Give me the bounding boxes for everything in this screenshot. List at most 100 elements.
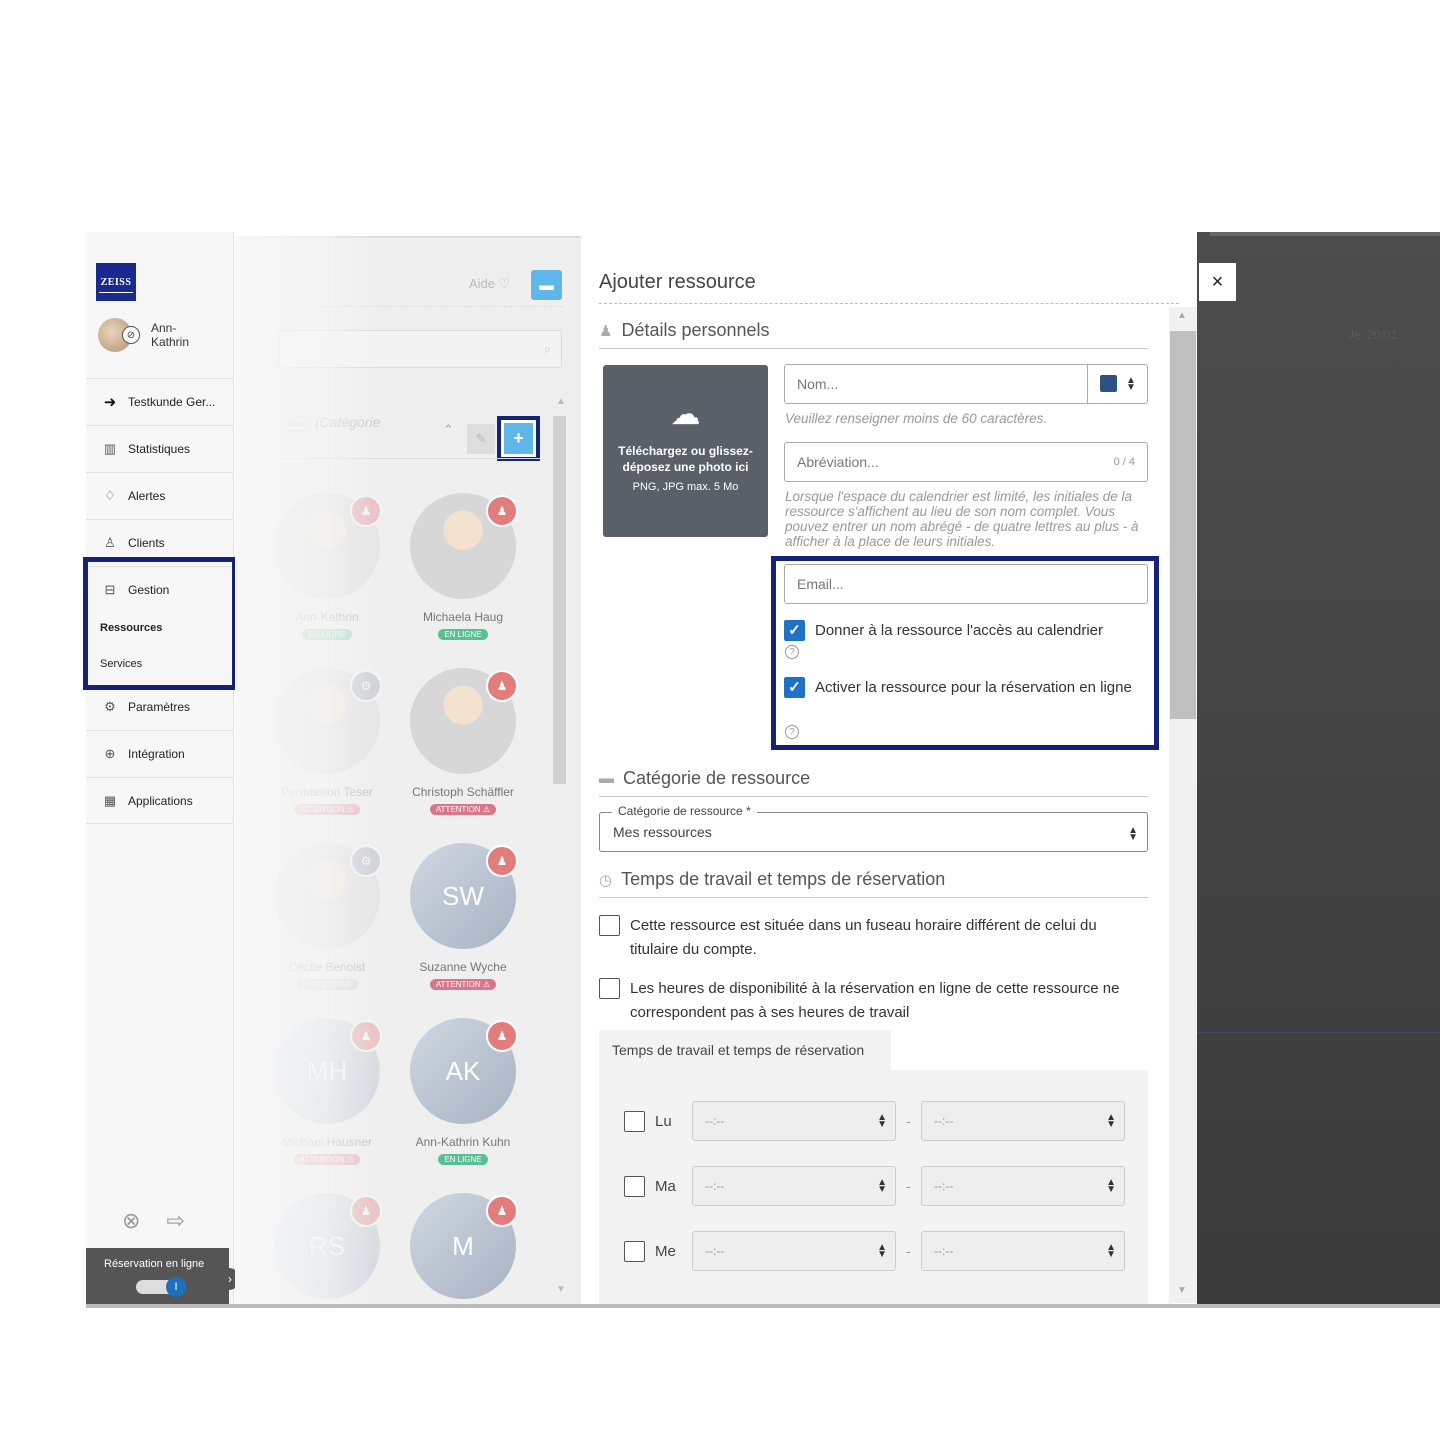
status-badge: ATTENTION ⚠ — [429, 979, 497, 990]
user-icon: ♙ — [104, 535, 116, 550]
sidebar-item-integration[interactable]: ⊕ Intégration — [86, 730, 234, 777]
user-settings-icon: ♟ — [486, 495, 518, 527]
gears-icon: ⚙ — [350, 670, 382, 702]
sidebar-item-label: Applications — [128, 793, 193, 808]
timezone-option[interactable]: Cette ressource est située dans un fusea… — [599, 914, 1148, 962]
resource-card[interactable]: ⚙ Permission Teser ATTENTION ⚠ — [267, 668, 387, 817]
user-name: Ann-Kathrin — [151, 321, 190, 349]
updown-icon: ▲ ▼ — [877, 1177, 887, 1195]
scrollbar-thumb[interactable] — [1170, 331, 1196, 719]
resource-name: Ann-Kathrin Kuhn — [415, 1135, 511, 1149]
category-pill: Tout — [280, 417, 310, 431]
user-settings-icon: ♟ — [350, 495, 382, 527]
abbreviation-placeholder: Abréviation... — [797, 454, 879, 470]
search-input[interactable]: ⌕ — [279, 330, 562, 368]
timezone-checkbox[interactable] — [599, 915, 620, 936]
calendar-access-checkbox[interactable]: ✓ — [784, 620, 805, 641]
time-to-select[interactable]: --:-- ▲ ▼ — [921, 1101, 1125, 1141]
resource-card[interactable]: ♟ Ann-Kathrin EN LIGNE — [267, 493, 387, 642]
resource-card[interactable]: ⚙ Cécile Benoist HORS LIGNE — [267, 843, 387, 992]
online-booking-checkbox[interactable]: ✓ — [784, 677, 805, 698]
abbreviation-hint: Lorsque l'espace du calendrier est limit… — [785, 489, 1139, 549]
scroll-up-icon[interactable]: ▲ — [1177, 310, 1187, 321]
add-resource-button[interactable]: + — [504, 423, 533, 454]
resource-name: Permission Teser — [281, 785, 373, 799]
lifebuoy-icon[interactable]: ⊗ — [122, 1208, 140, 1234]
sidebar-item-alertes[interactable]: ♢ Alertes — [86, 472, 234, 519]
resource-card[interactable]: RS ♟ — [267, 1193, 387, 1299]
user-settings-icon: ♟ — [486, 845, 518, 877]
calendar-date-label: Je. 20/01 — [1348, 328, 1398, 342]
day-row-ma: Ma --:-- ▲ ▼ - --:-- ▲ ▼ — [624, 1166, 1125, 1206]
name-hint: Veuillez renseigner moins de 60 caractèr… — [785, 411, 1048, 426]
help-link[interactable]: Aide ♡ — [469, 276, 510, 292]
avatar[interactable]: ⊘ — [98, 318, 140, 352]
online-booking-toggle[interactable]: I — [136, 1277, 186, 1297]
user-profile[interactable]: ⊘ Ann-Kathrin — [98, 318, 211, 352]
day-checkbox[interactable] — [624, 1175, 645, 1197]
updown-icon: ▲ ▼ — [877, 1242, 887, 1260]
photo-upload-dropzone[interactable]: ☁ Téléchargez ou glissez-déposez une pho… — [603, 365, 768, 537]
tab-working-time[interactable]: Temps de travail et temps de réservation — [599, 1030, 891, 1070]
upload-title: Téléchargez ou glissez-déposez une photo… — [618, 444, 753, 474]
logout-icon[interactable]: ⇨ — [166, 1208, 184, 1234]
time-separator: - — [906, 1178, 911, 1194]
hours-checkbox[interactable] — [599, 978, 620, 999]
compass-icon[interactable]: ⊘ — [122, 326, 140, 344]
sidebar-item-parametres[interactable]: ⚙ Paramètres — [86, 683, 234, 730]
email-field[interactable]: Email... — [784, 564, 1148, 604]
category-filter[interactable]: Tout (Catégorie — [280, 414, 380, 431]
updown-icon: ▲ ▼ — [1106, 1112, 1116, 1130]
calendar-access-option[interactable]: ✓ Donner à la ressource l'accès au calen… — [784, 619, 1144, 643]
close-button[interactable]: × — [1199, 263, 1236, 301]
chevron-up-icon[interactable]: ⌃ — [443, 422, 454, 438]
edit-category-button[interactable]: ✎ — [467, 424, 495, 454]
time-from-select[interactable]: --:-- ▲ ▼ — [692, 1101, 896, 1141]
user-settings-icon: ♟ — [350, 1020, 382, 1052]
section-personal-details: ♟ Détails personnels — [599, 320, 770, 341]
abbreviation-field[interactable]: Abréviation... 0 / 4 — [784, 442, 1148, 482]
day-checkbox[interactable] — [624, 1110, 645, 1132]
resource-card[interactable]: MH ♟ Michael Hausner ATTENTION ⚠ — [267, 1018, 387, 1167]
folder-icon: ▬ — [599, 770, 614, 787]
resource-card[interactable]: M ♟ — [403, 1193, 523, 1299]
folder-button[interactable]: ▬ — [531, 270, 562, 300]
help-icon[interactable]: ? — [785, 725, 799, 739]
scroll-up-icon[interactable]: ▲ — [556, 396, 566, 407]
resource-card[interactable]: AK ♟ Ann-Kathrin Kuhn EN LIGNE — [403, 1018, 523, 1167]
help-label: Aide — [469, 276, 496, 291]
section-resource-category: ▬ Catégorie de ressource — [599, 768, 810, 789]
sidebar-item-statistiques[interactable]: ▥ Statistiques — [86, 425, 234, 472]
time-from-select[interactable]: --:-- ▲ ▼ — [692, 1166, 896, 1206]
time-to-select[interactable]: --:-- ▲ ▼ — [921, 1166, 1125, 1206]
status-badge: EN LIGNE — [302, 629, 352, 640]
category-legend: Catégorie de ressource * — [612, 804, 757, 818]
form-scrollbar[interactable]: ▲ ▼ — [1169, 307, 1197, 1303]
scrollbar[interactable] — [553, 416, 566, 784]
section-title: Temps de travail et temps de réservation — [621, 869, 946, 889]
scroll-down-icon[interactable]: ▼ — [1177, 1285, 1187, 1296]
resource-card[interactable]: ♟ Michaela Haug EN LIGNE — [403, 493, 523, 642]
help-icon[interactable]: ? — [785, 645, 799, 659]
color-picker[interactable]: ▲ ▼ — [1087, 364, 1148, 403]
category-select[interactable]: Catégorie de ressource * Mes ressources … — [599, 804, 1148, 852]
updown-icon: ▲ ▼ — [1126, 374, 1136, 393]
sidebar: ZEISS ⊘ Ann-Kathrin ➜ Testkunde Ger... ▥… — [83, 232, 239, 1308]
day-row-me: Me --:-- ▲ ▼ - --:-- ▲ ▼ — [624, 1231, 1125, 1271]
resource-card[interactable]: ♟ Christoph Schäffler ATTENTION ⚠ — [403, 668, 523, 817]
scroll-down-icon[interactable]: ▼ — [556, 1284, 566, 1295]
resource-card[interactable]: SW ♟ Suzanne Wyche ATTENTION ⚠ — [403, 843, 523, 992]
resource-avatar: AK ♟ — [410, 1018, 518, 1124]
name-field[interactable]: Nom... ▲ ▼ — [784, 364, 1148, 404]
online-booking-option[interactable]: ✓ Activer la ressource pour la réservati… — [784, 676, 1134, 700]
sidebar-item-applications[interactable]: ▦ Applications — [86, 777, 234, 824]
time-from-select[interactable]: --:-- ▲ ▼ — [692, 1231, 896, 1271]
divider — [599, 303, 1179, 304]
time-to-select[interactable]: --:-- ▲ ▼ — [921, 1231, 1125, 1271]
day-checkbox[interactable] — [624, 1240, 645, 1262]
resource-avatar: ♟ — [274, 493, 382, 599]
time-separator: - — [906, 1243, 911, 1259]
hours-option[interactable]: Les heures de disponibilité à la réserva… — [599, 977, 1148, 1025]
sidebar-item-testkunde[interactable]: ➜ Testkunde Ger... — [86, 378, 234, 425]
day-label: Ma — [655, 1177, 676, 1195]
